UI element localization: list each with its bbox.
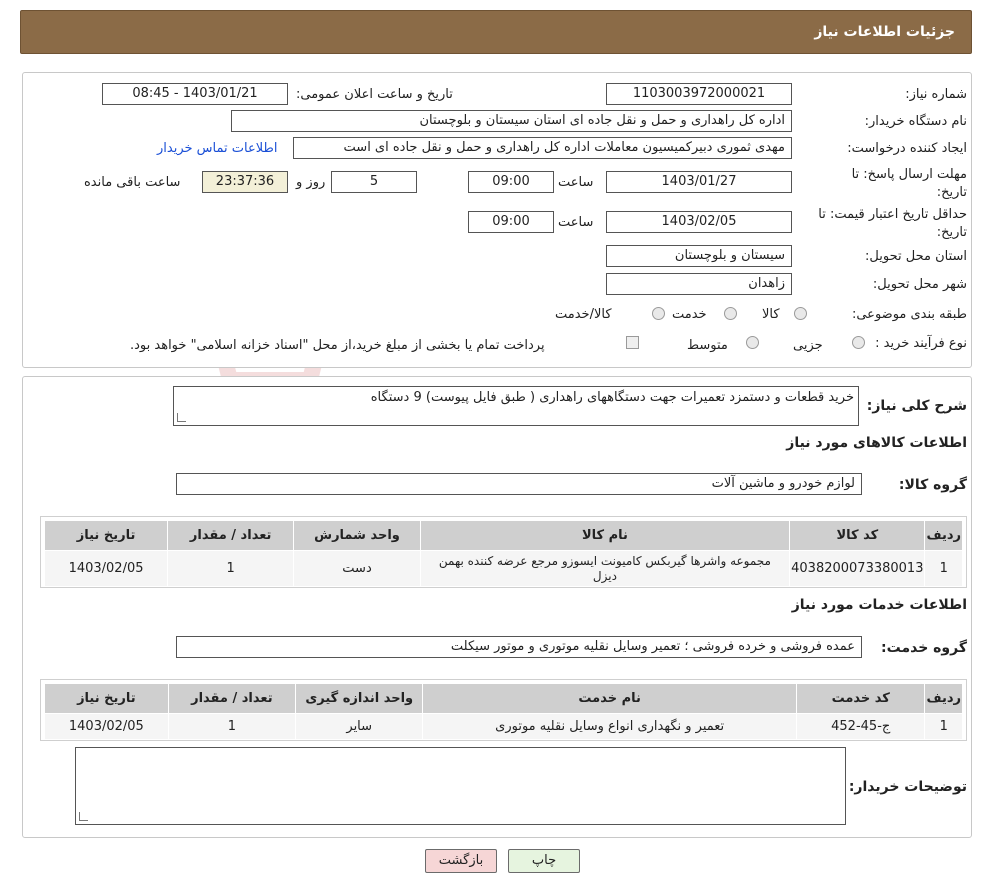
process-label: نوع فرآیند خرید : <box>875 336 967 351</box>
creator-label: ایجاد کننده درخواست: <box>847 141 967 156</box>
service-group-label: گروه خدمت: <box>881 640 967 656</box>
buyer-contact-link[interactable]: اطلاعات تماس خریدار <box>157 141 277 156</box>
services-section-title: اطلاعات خدمات مورد نیاز <box>791 597 967 613</box>
days-label: روز و <box>296 175 326 190</box>
table-row: 1 4038200073380013 مجموعه واشرها گیربکس … <box>43 550 963 587</box>
page-header: جزئیات اطلاعات نیاز <box>20 10 972 54</box>
goods-group-field: لوازم خودرو و ماشین آلات <box>176 473 862 495</box>
creator-field: مهدی ثموری دبیرکمیسیون معاملات اداره کل … <box>293 137 792 159</box>
days-field: 5 <box>331 171 417 193</box>
goods-col-code: کد کالا <box>789 520 926 551</box>
category-service-label: خدمت <box>672 307 707 322</box>
services-cell-name: تعمیر و نگهداری انواع وسایل نقلیه موتوری <box>422 713 797 740</box>
services-table-header: ردیف کد خدمت نام خدمت واحد اندازه گیری ت… <box>44 683 963 714</box>
goods-cell-unit: دست <box>293 550 421 587</box>
validity-time-label: ساعت <box>558 215 594 230</box>
reply-time-label: ساعت <box>558 175 594 190</box>
process-partial-label: جزیی <box>793 338 823 353</box>
province-field: سیستان و بلوچستان <box>606 245 792 267</box>
services-col-qty: تعداد / مقدار <box>167 683 297 714</box>
goods-cell-qty: 1 <box>167 550 295 587</box>
services-table-wrap: ردیف کد خدمت نام خدمت واحد اندازه گیری ت… <box>40 679 967 741</box>
process-medium-radio[interactable] <box>746 336 759 349</box>
description-text: خرید قطعات و دستمزد تعمیرات جهت دستگاهها… <box>370 390 854 405</box>
services-cell-qty: 1 <box>167 713 297 740</box>
category-goods-label: کالا <box>762 307 780 322</box>
goods-col-qty: تعداد / مقدار <box>167 520 295 551</box>
city-field: زاهدان <box>606 273 792 295</box>
goods-cell-row: 1 <box>924 550 963 587</box>
goods-table-wrap: ردیف کد کالا نام کالا واحد شمارش تعداد /… <box>40 516 967 588</box>
goods-cell-code: 4038200073380013 <box>789 550 926 587</box>
category-both-label: کالا/خدمت <box>555 307 612 322</box>
description-field: خرید قطعات و دستمزد تعمیرات جهت دستگاهها… <box>173 386 859 426</box>
print-button[interactable]: چاپ <box>508 849 580 873</box>
process-partial-radio[interactable] <box>852 336 865 349</box>
remaining-label: ساعت باقی مانده <box>84 175 181 190</box>
goods-table: ردیف کد کالا نام کالا واحد شمارش تعداد /… <box>43 520 963 587</box>
services-col-name: نام خدمت <box>422 683 797 714</box>
city-label: شهر محل تحویل: <box>872 277 967 292</box>
services-col-row: ردیف <box>924 683 963 714</box>
goods-col-row: ردیف <box>924 520 963 551</box>
need-number-field: 1103003972000021 <box>606 83 792 105</box>
buyer-org-label: نام دستگاه خریدار: <box>864 114 967 129</box>
validity-date-field: 1403/02/05 <box>606 211 792 233</box>
goods-col-date: تاریخ نیاز <box>43 520 169 551</box>
category-both-radio[interactable] <box>652 307 665 320</box>
page-title: جزئیات اطلاعات نیاز <box>814 24 955 40</box>
services-table: ردیف کد خدمت نام خدمت واحد اندازه گیری ت… <box>44 683 963 740</box>
services-cell-date: 1403/02/05 <box>44 713 169 740</box>
goods-section-title: اطلاعات کالاهای مورد نیاز <box>786 435 967 451</box>
remaining-time-field: 23:37:36 <box>202 171 288 193</box>
reply-time-field: 09:00 <box>468 171 554 193</box>
resize-handle-icon[interactable] <box>177 413 186 422</box>
announce-label: تاریخ و ساعت اعلان عمومی: <box>296 87 453 102</box>
buyer-org-field: اداره کل راهداری و حمل و نقل جاده ای است… <box>231 110 792 132</box>
goods-cell-name: مجموعه واشرها گیربکس کامیونت ایسوزو مرجع… <box>419 550 791 587</box>
goods-col-name: نام کالا <box>419 520 791 551</box>
reply-deadline-label: مهلت ارسال پاسخ: تا تاریخ: <box>851 167 967 200</box>
services-cell-unit: سایر <box>295 713 424 740</box>
services-cell-row: 1 <box>924 713 963 740</box>
goods-cell-date: 1403/02/05 <box>43 550 169 587</box>
category-service-radio[interactable] <box>724 307 737 320</box>
services-col-unit: واحد اندازه گیری <box>295 683 424 714</box>
buyer-notes-field[interactable] <box>75 747 846 825</box>
treasury-checkbox[interactable] <box>626 336 639 349</box>
process-medium-label: متوسط <box>687 338 728 353</box>
category-goods-radio[interactable] <box>794 307 807 320</box>
announce-field: 1403/01/21 - 08:45 <box>102 83 288 105</box>
services-col-date: تاریخ نیاز <box>44 683 169 714</box>
goods-col-unit: واحد شمارش <box>293 520 421 551</box>
goods-group-label: گروه کالا: <box>898 477 967 493</box>
reply-date-field: 1403/01/27 <box>606 171 792 193</box>
services-col-code: کد خدمت <box>795 683 926 714</box>
goods-table-header: ردیف کد کالا نام کالا واحد شمارش تعداد /… <box>43 520 963 551</box>
services-cell-code: ج-45-452 <box>795 713 926 740</box>
table-row: 1 ج-45-452 تعمیر و نگهداری انواع وسایل ن… <box>44 713 963 740</box>
need-number-label: شماره نیاز: <box>905 87 967 102</box>
description-label: شرح کلی نیاز: <box>866 398 967 414</box>
payment-note: پرداخت تمام یا بخشی از مبلغ خرید،از محل … <box>130 338 545 353</box>
back-button[interactable]: بازگشت <box>425 849 497 873</box>
category-label: طبقه بندی موضوعی: <box>851 307 967 322</box>
resize-handle-icon[interactable] <box>79 812 88 821</box>
validity-time-field: 09:00 <box>468 211 554 233</box>
buyer-notes-label: توضیحات خریدار: <box>848 779 967 795</box>
service-group-field: عمده فروشی و خرده فروشی ؛ تعمیر وسایل نق… <box>176 636 862 658</box>
province-label: استان محل تحویل: <box>865 249 967 264</box>
validity-label: حداقل تاریخ اعتبار قیمت: تا تاریخ: <box>818 207 967 240</box>
